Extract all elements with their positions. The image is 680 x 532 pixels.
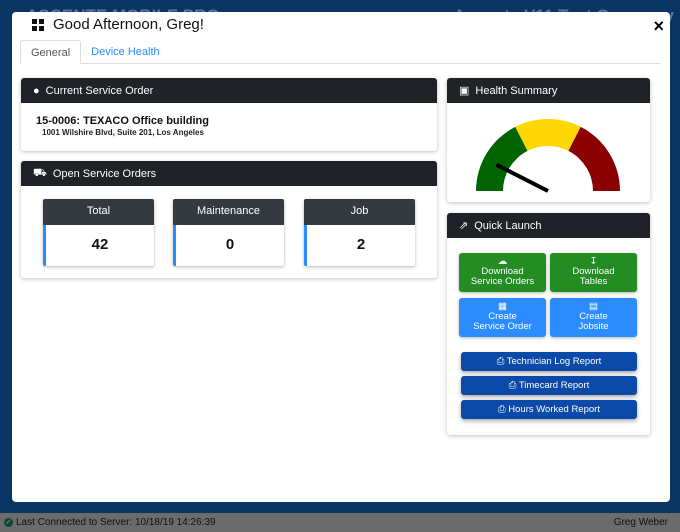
print-icon: ⎙ <box>498 404 509 415</box>
current-service-order-card: ● Current Service Order 15-0006: TEXACO O… <box>21 78 437 151</box>
button-line: Service Orders <box>470 276 535 287</box>
download-tables-button[interactable]: ↧ Download Tables <box>550 253 637 292</box>
button-line: Tables <box>579 276 608 287</box>
button-label: Hours Worked Report <box>508 404 600 415</box>
stat-maintenance[interactable]: Maintenance 0 <box>173 199 284 266</box>
stat-job[interactable]: Job 2 <box>304 199 415 266</box>
health-gauge <box>476 119 620 193</box>
status-bar: ✓ Last Connected to Server: 10/18/19 14:2… <box>0 513 680 532</box>
health-summary-card: ▣ Health Summary <box>447 78 650 202</box>
card-header: Health Summary <box>475 84 558 97</box>
close-button[interactable]: × <box>653 16 664 37</box>
button-label: Timecard Report <box>518 380 590 391</box>
stat-value: 0 <box>173 225 284 266</box>
create-jobsite-button[interactable]: ▤ Create Jobsite <box>550 298 637 337</box>
service-order-title[interactable]: 15-0006: TEXACO Office building <box>36 115 437 127</box>
medkit-icon: ▣ <box>459 85 470 97</box>
stat-total[interactable]: Total 42 <box>43 199 154 266</box>
quick-launch-card: ⇗ Quick Launch ☁ Download Service Orders ↧ D… <box>447 213 650 435</box>
card-header: Current Service Order <box>45 84 154 97</box>
open-service-orders-card: ⛟ Open Service Orders Total 42 Maintenance… <box>21 161 437 278</box>
welcome-modal: Good Afternoon, Greg! × General Device H… <box>12 12 670 502</box>
external-link-icon: ⇗ <box>459 220 469 232</box>
gauge-good-segment <box>476 126 528 191</box>
tab-device-health[interactable]: Device Health <box>81 40 169 64</box>
button-label: Technician Log Report <box>506 356 602 367</box>
truck-icon: ⛟ <box>33 166 47 179</box>
modal-title: Good Afternoon, Greg! <box>32 16 204 33</box>
tab-general[interactable]: General <box>20 40 82 64</box>
user-name: Greg Weber <box>613 517 668 528</box>
service-order-address: 1001 Wilshire Blvd, Suite 201, Los Angel… <box>42 128 204 137</box>
stat-label: Total <box>43 199 154 225</box>
card-header: Open Service Orders <box>52 167 157 180</box>
hours-worked-report-button[interactable]: ⎙ Hours Worked Report <box>461 400 637 419</box>
stat-label: Job <box>304 199 415 225</box>
timecard-report-button[interactable]: ⎙ Timecard Report <box>461 376 637 395</box>
map-marker-icon: ● <box>33 84 40 97</box>
check-circle-icon: ✓ <box>4 518 13 527</box>
stat-value: 42 <box>43 225 154 266</box>
gauge-bad-segment <box>568 126 620 191</box>
button-line: Jobsite <box>578 321 609 332</box>
stat-value: 2 <box>304 225 415 266</box>
modal-title-text: Good Afternoon, Greg! <box>53 16 204 33</box>
download-service-orders-button[interactable]: ☁ Download Service Orders <box>459 253 546 292</box>
stat-label: Maintenance <box>173 199 284 225</box>
create-service-order-button[interactable]: ▦ Create Service Order <box>459 298 546 337</box>
card-header: Quick Launch <box>474 219 542 232</box>
connection-status: Last Connected to Server: 10/18/19 14:26… <box>16 517 216 528</box>
button-line: Service Order <box>473 321 532 332</box>
tab-bar: General Device Health <box>20 40 660 64</box>
technician-log-report-button[interactable]: ⎙ Technician Log Report <box>461 352 637 371</box>
print-icon: ⎙ <box>508 380 519 391</box>
dashboard-icon <box>32 18 44 31</box>
print-icon: ⎙ <box>496 356 507 367</box>
